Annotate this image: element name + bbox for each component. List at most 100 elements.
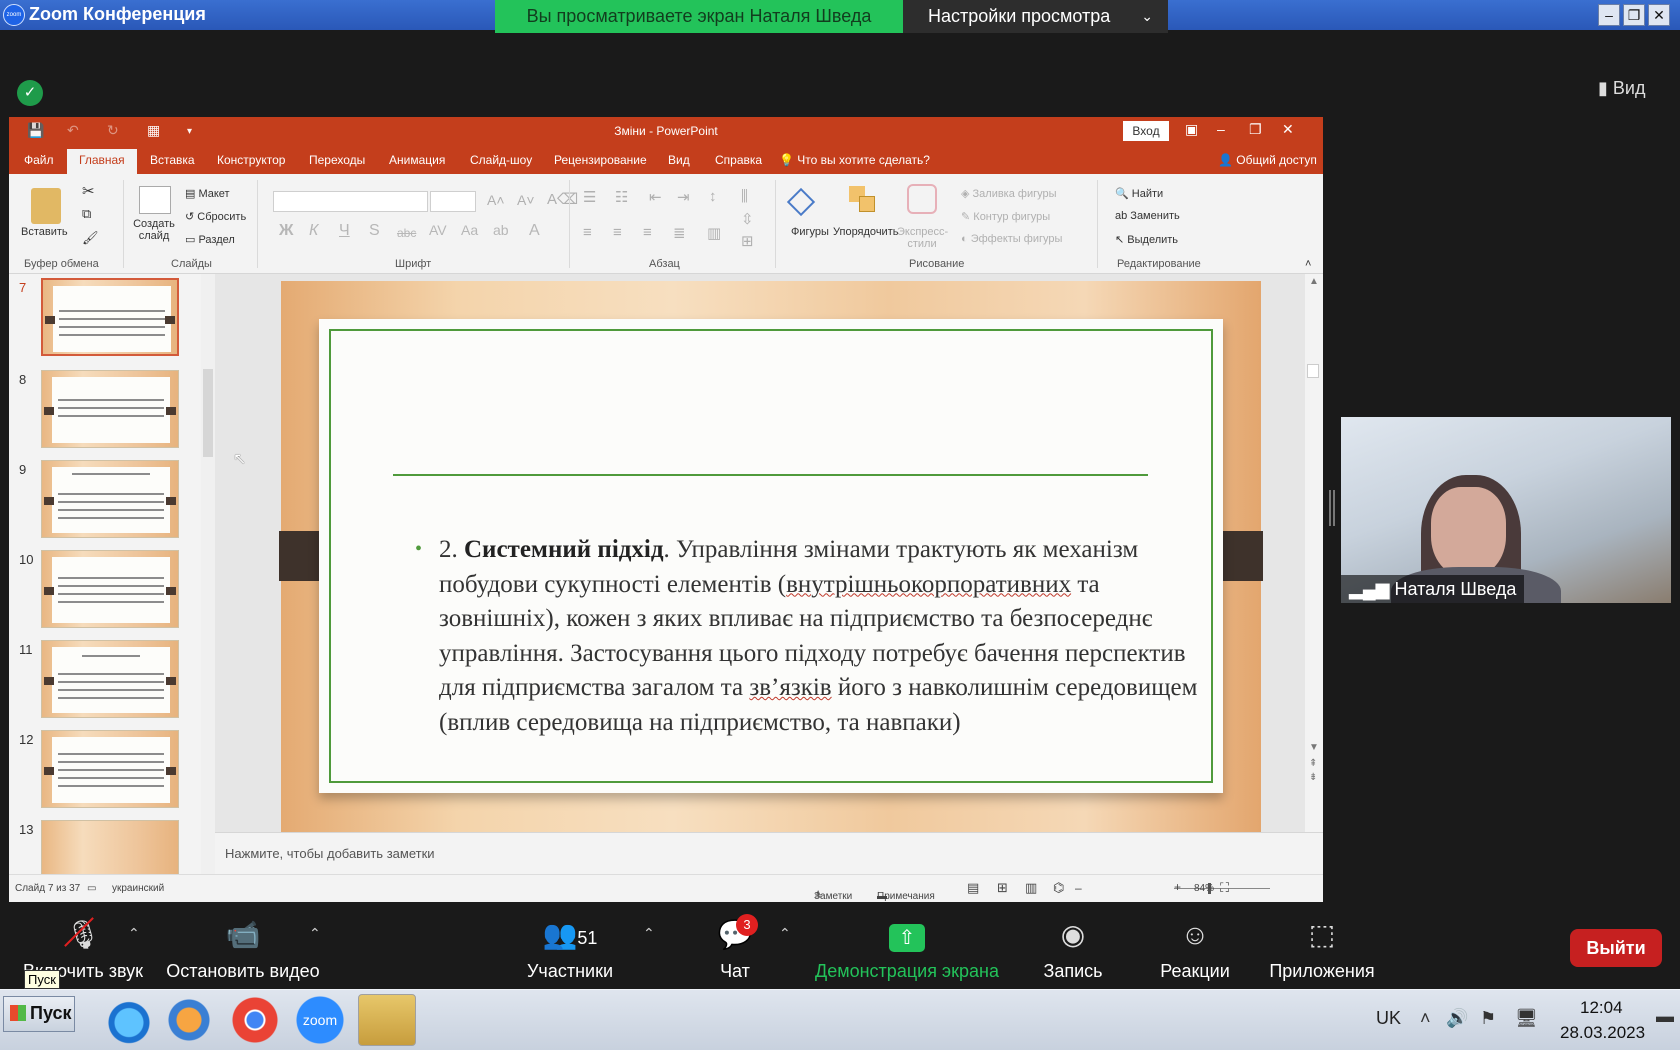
split-divider-handle[interactable]: [1329, 490, 1335, 526]
strikethrough-icon[interactable]: abc: [397, 226, 416, 240]
tab-home[interactable]: Главная: [67, 149, 137, 174]
stop-video-button[interactable]: 📹 Остановить видео: [164, 911, 322, 982]
reading-view-icon[interactable]: ▥: [1025, 880, 1037, 896]
slide-thumbnail[interactable]: [41, 550, 179, 628]
decrease-indent-icon[interactable]: ⇤: [649, 188, 662, 206]
tab-view[interactable]: Вид: [668, 153, 690, 167]
new-slide-icon[interactable]: [139, 186, 171, 214]
shape-fill-button[interactable]: ◈ Заливка фигуры: [961, 187, 1057, 200]
security-shield-icon[interactable]: ✓: [17, 80, 43, 106]
clock-time[interactable]: 12:04: [1580, 998, 1623, 1018]
grow-font-icon[interactable]: A˄: [487, 192, 505, 208]
internet-explorer-icon[interactable]: [100, 994, 158, 1046]
smartart-icon[interactable]: ⊞: [741, 232, 754, 250]
underline-icon[interactable]: Ч: [339, 222, 350, 240]
maximize-icon[interactable]: ❐: [1623, 4, 1645, 26]
quick-styles-icon[interactable]: [907, 184, 937, 214]
audio-options-caret-icon[interactable]: ⌃: [128, 925, 140, 942]
find-button[interactable]: 🔍 Найти: [1115, 187, 1163, 200]
line-spacing-icon[interactable]: ↕: [709, 188, 717, 205]
view-button[interactable]: ▮ Вид: [1598, 78, 1645, 99]
next-slide-icon[interactable]: ⇟: [1309, 772, 1317, 783]
scrollbar-thumb[interactable]: [1307, 364, 1319, 378]
show-hidden-icons[interactable]: ˄: [1420, 1008, 1431, 1029]
align-left-icon[interactable]: ≡: [583, 224, 592, 241]
share-button[interactable]: 👤 Общий доступ: [1218, 153, 1317, 167]
leave-button[interactable]: Выйти: [1570, 929, 1662, 967]
language-indicator[interactable]: UK: [1376, 1008, 1401, 1029]
apps-button[interactable]: ⬚ Приложения: [1262, 911, 1382, 982]
fit-slide-icon[interactable]: ⛶: [1220, 880, 1229, 896]
shapes-icon[interactable]: [786, 184, 821, 217]
tab-help[interactable]: Справка: [715, 153, 762, 167]
tab-insert[interactable]: Вставка: [150, 153, 195, 167]
slide-scrollbar[interactable]: ▲ ▼ ⇞ ⇟: [1305, 274, 1323, 832]
share-screen-button[interactable]: ⇧ Демонстрация экрана: [812, 911, 1002, 982]
media-player-icon[interactable]: [160, 994, 218, 1046]
slide-thumbnail[interactable]: [41, 460, 179, 538]
slide-thumbnail[interactable]: [41, 278, 179, 356]
tab-review[interactable]: Рецензирование: [554, 153, 647, 167]
reset-button[interactable]: ↺ Сбросить: [185, 210, 246, 223]
record-button[interactable]: ◉ Запись: [1038, 911, 1108, 982]
slide-thumbnail[interactable]: [41, 640, 179, 718]
action-center-flag-icon[interactable]: ⚑: [1480, 1008, 1496, 1029]
shape-outline-button[interactable]: ✎ Контур фигуры: [961, 210, 1050, 223]
bullets-icon[interactable]: ☰: [583, 188, 596, 206]
tab-file[interactable]: Файл: [24, 153, 54, 167]
select-button[interactable]: ↖ Выделить: [1115, 233, 1178, 246]
arrange-icon[interactable]: [847, 184, 877, 214]
slide-thumbnail[interactable]: [41, 820, 179, 874]
font-name-input[interactable]: [273, 191, 428, 212]
align-right-icon[interactable]: ≡: [643, 224, 652, 241]
scrollbar-thumb[interactable]: [203, 369, 213, 457]
volume-icon[interactable]: 🔊: [1446, 1008, 1468, 1029]
slide-thumbnail[interactable]: [41, 730, 179, 808]
participant-video[interactable]: ▂▄▆ Наталя Шведа: [1341, 417, 1671, 603]
ppt-minimize-icon[interactable]: –: [1217, 121, 1225, 137]
layout-button[interactable]: ▤ Макет: [185, 187, 230, 200]
char-spacing-icon[interactable]: AV: [429, 222, 447, 238]
scroll-down-icon[interactable]: ▼: [1309, 742, 1319, 753]
font-color-icon[interactable]: A: [529, 222, 540, 240]
tell-me-box[interactable]: 💡 Что вы хотите сделать?: [779, 153, 930, 167]
participants-button[interactable]: 👥51 Участники: [520, 911, 620, 982]
tab-slideshow[interactable]: Слайд-шоу: [470, 153, 532, 167]
zoom-out-icon[interactable]: –: [1075, 881, 1082, 895]
slide-thumbnail[interactable]: [41, 370, 179, 448]
zoom-taskbar-icon[interactable]: zoom: [291, 994, 349, 1046]
close-icon[interactable]: ✕: [1648, 4, 1670, 26]
slideshow-view-icon[interactable]: ⌬: [1053, 880, 1064, 896]
file-explorer-icon[interactable]: [358, 994, 416, 1046]
italic-icon[interactable]: К: [309, 222, 318, 240]
align-text-icon[interactable]: ⇳: [741, 210, 754, 228]
quick-styles-button[interactable]: Экспресс-стили: [897, 226, 948, 250]
cut-icon[interactable]: ✂: [82, 182, 95, 200]
arrange-button[interactable]: Упорядочить: [833, 226, 898, 238]
justify-icon[interactable]: ≣: [673, 224, 686, 242]
highlight-icon[interactable]: ab: [493, 222, 509, 238]
replace-button[interactable]: ab Заменить: [1115, 210, 1180, 222]
format-painter-icon[interactable]: 🖌: [82, 230, 99, 246]
increase-indent-icon[interactable]: ⇥: [677, 188, 690, 206]
thumbnail-scrollbar[interactable]: [201, 274, 215, 874]
change-case-icon[interactable]: Aa: [461, 222, 478, 238]
zoom-level[interactable]: 84%: [1194, 883, 1214, 894]
normal-view-icon[interactable]: ▤: [967, 880, 979, 896]
shape-effects-button[interactable]: ◐ Эффекты фигуры: [961, 233, 1062, 245]
tab-transitions[interactable]: Переходы: [309, 153, 365, 167]
text-direction-icon[interactable]: ⫼: [741, 188, 748, 205]
section-button[interactable]: ▭ Раздел: [185, 233, 235, 246]
chat-caret-icon[interactable]: ⌃: [779, 925, 791, 942]
view-options-dropdown[interactable]: Настройки просмотра ⌄: [903, 0, 1168, 33]
minimize-icon[interactable]: –: [1598, 4, 1620, 26]
font-size-input[interactable]: [430, 191, 476, 212]
language-indicator[interactable]: украинский: [112, 883, 164, 894]
slide-body-text[interactable]: • 2. Системний підхід. Управління змінами…: [415, 533, 1219, 740]
zoom-in-icon[interactable]: +: [1174, 880, 1181, 894]
previous-slide-icon[interactable]: ⇞: [1309, 758, 1317, 769]
paste-button[interactable]: Вставить: [21, 226, 68, 238]
new-slide-button[interactable]: Создать слайд: [129, 218, 179, 242]
slide-sorter-icon[interactable]: ⊞: [997, 880, 1008, 896]
shapes-button[interactable]: Фигуры: [791, 226, 829, 238]
